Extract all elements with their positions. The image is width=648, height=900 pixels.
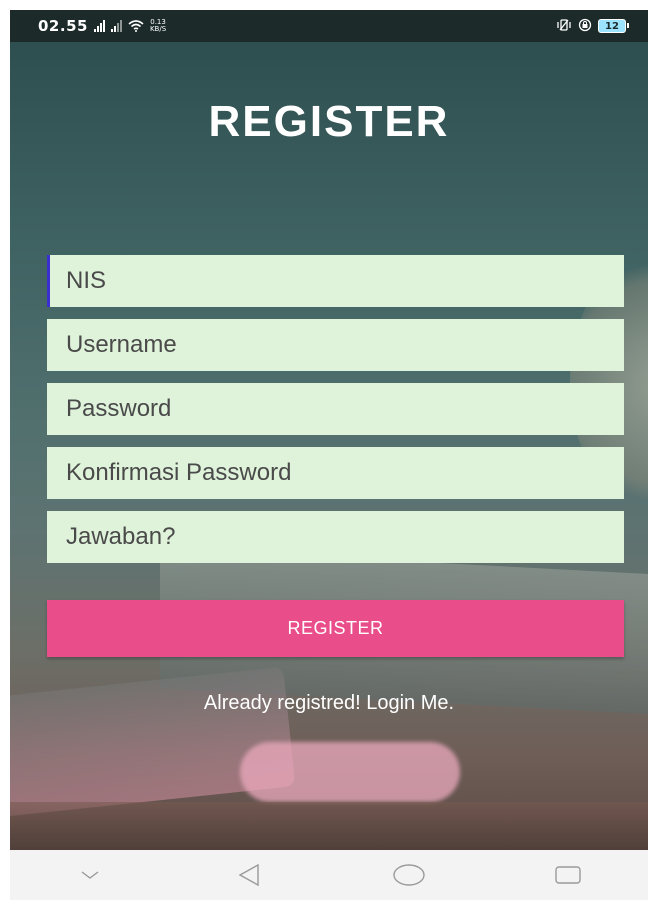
navigation-bar — [10, 850, 648, 900]
status-left: 02.55 0.13 KB/S — [38, 17, 166, 36]
username-input[interactable] — [47, 319, 624, 371]
vibrate-icon — [556, 18, 572, 34]
page-title: REGISTER — [208, 97, 450, 146]
status-bar: 02.55 0.13 KB/S 12 — [10, 10, 648, 42]
device-screen: 02.55 0.13 KB/S 12 REGISTER NIS Username… — [10, 10, 648, 900]
status-time: 02.55 — [38, 17, 88, 35]
chevron-down-icon[interactable] — [60, 855, 120, 895]
status-right: 12 — [556, 17, 629, 36]
nis-input[interactable] — [47, 255, 624, 307]
confirm-password-input[interactable] — [47, 447, 624, 499]
net-speed: 0.13 KB/S — [150, 19, 166, 33]
wifi-icon — [128, 17, 144, 36]
register-form — [47, 255, 624, 575]
home-circle-icon[interactable] — [379, 855, 439, 895]
background-desk-decoration — [10, 802, 648, 850]
app-background: REGISTER REGISTER Already registred! Log… — [10, 42, 648, 850]
net-speed-unit: KB/S — [149, 25, 167, 33]
rotation-lock-icon — [578, 17, 592, 36]
login-link[interactable]: Already registred! Login Me. — [10, 692, 648, 715]
signal-icon-2 — [110, 20, 122, 32]
signal-icon — [93, 20, 105, 32]
back-triangle-icon[interactable] — [219, 855, 279, 895]
register-button[interactable]: REGISTER — [47, 600, 624, 657]
background-eraser-decoration — [240, 742, 460, 802]
security-answer-input[interactable] — [47, 511, 624, 563]
password-input[interactable] — [47, 383, 624, 435]
recents-square-icon[interactable] — [538, 855, 598, 895]
battery-icon: 12 — [598, 19, 629, 33]
